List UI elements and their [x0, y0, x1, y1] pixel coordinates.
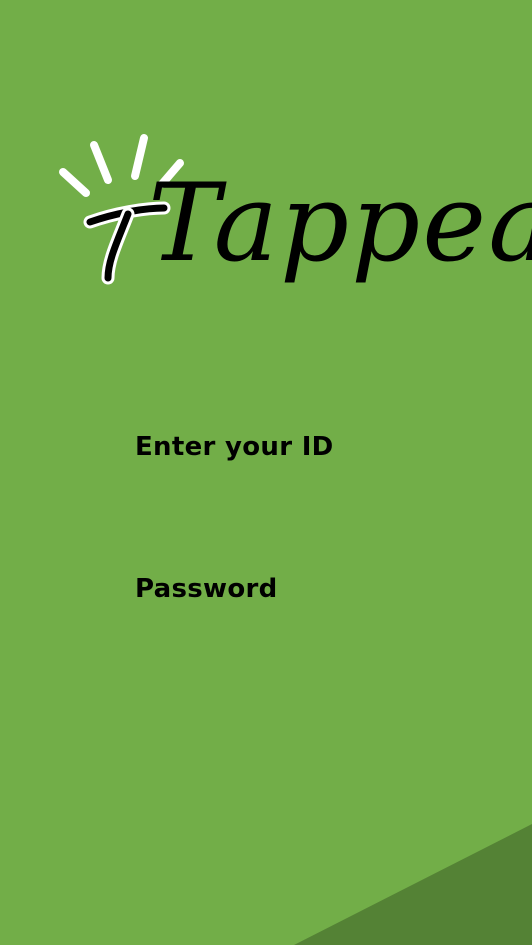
- app-logo-text: Tappeal: [148, 161, 532, 286]
- app-logo: Tappeal: [58, 130, 532, 315]
- id-input[interactable]: [135, 470, 465, 504]
- id-label: Enter your ID: [135, 432, 334, 462]
- password-label: Password: [135, 574, 278, 604]
- password-input[interactable]: [135, 612, 465, 646]
- id-field: Enter your ID: [135, 432, 465, 504]
- login-screen: Tappeal Enter your ID Password: [0, 0, 532, 945]
- password-field: Password: [135, 574, 465, 646]
